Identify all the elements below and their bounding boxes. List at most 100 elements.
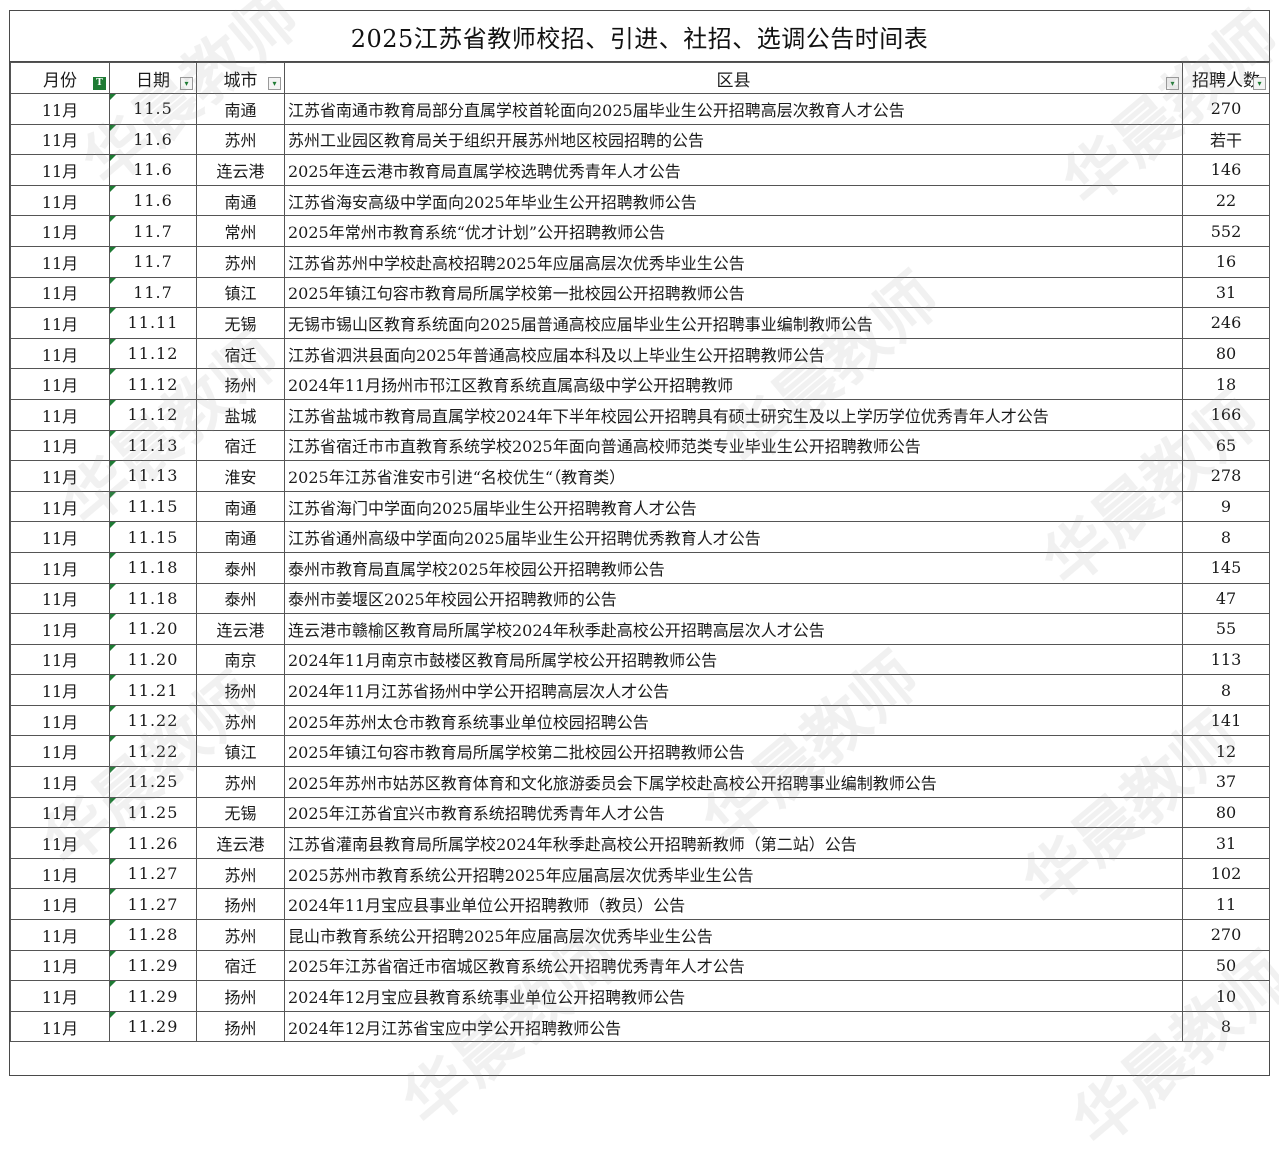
cell-city[interactable]: 连云港 [196, 613, 285, 645]
cell-description[interactable]: 无锡市锡山区教育系统面向2025届普通高校应届毕业生公开招聘事业编制教师公告 [284, 307, 1183, 339]
cell-date[interactable]: 11.12 [109, 337, 197, 370]
cell-city[interactable]: 连云港 [196, 827, 285, 859]
table-row[interactable]: 11月 11.18 泰州 泰州市教育局直属学校2025年校园公开招聘教师公告 145 [10, 551, 1270, 584]
cell-month[interactable]: 11月 [10, 980, 110, 1012]
cell-count[interactable]: 65 [1182, 429, 1270, 462]
cell-city[interactable]: 常州 [196, 215, 285, 247]
cell-count[interactable]: 8 [1182, 674, 1270, 706]
cell-description[interactable]: 2025年江苏省宜兴市教育系统招聘优秀青年人才公告 [284, 796, 1183, 829]
table-row[interactable]: 11月 11.27 苏州 2025苏州市教育系统公开招聘2025年应届高层次优秀毕业生… [10, 857, 1270, 890]
cell-date[interactable]: 11.27 [109, 888, 197, 921]
table-row[interactable]: 11月 11.29 扬州 2024年12月宝应县教育系统事业单位公开招聘教师公告 10 [10, 980, 1270, 1012]
cell-city[interactable]: 宿迁 [196, 337, 285, 370]
cell-date[interactable]: 11.18 [109, 582, 197, 615]
table-row[interactable]: 11月 11.20 连云港 连云港市赣榆区教育局所属学校2024年秋季赴高校公开招聘高… [10, 613, 1270, 645]
cell-month[interactable]: 11月 [10, 857, 110, 890]
cell-count[interactable]: 80 [1182, 337, 1270, 370]
cell-date[interactable]: 11.21 [109, 674, 197, 706]
cell-city[interactable]: 苏州 [196, 766, 285, 798]
cell-month[interactable]: 11月 [10, 827, 110, 859]
table-row[interactable]: 11月 11.22 镇江 2025年镇江句容市教育局所属学校第二批校园公开招聘教师公告… [10, 735, 1270, 768]
cell-description[interactable]: 泰州市教育局直属学校2025年校园公开招聘教师公告 [284, 551, 1183, 584]
cell-city[interactable]: 苏州 [196, 123, 285, 156]
cell-month[interactable]: 11月 [10, 582, 110, 615]
cell-date[interactable]: 11.7 [109, 276, 197, 309]
cell-count[interactable]: 16 [1182, 245, 1270, 278]
cell-date[interactable]: 11.11 [109, 307, 197, 339]
table-row[interactable]: 11月 11.13 宿迁 江苏省宿迁市市直教育系统学校2025年面向普通高校师范类专业… [10, 429, 1270, 462]
table-row[interactable]: 11月 11.12 盐城 江苏省盐城市教育局直属学校2024年下半年校园公开招聘具有硕… [10, 398, 1270, 431]
cell-description[interactable]: 昆山市教育系统公开招聘2025年应届高层次优秀毕业生公告 [284, 919, 1183, 951]
cell-month[interactable]: 11月 [10, 551, 110, 584]
cell-month[interactable]: 11月 [10, 643, 110, 676]
cell-count[interactable]: 22 [1182, 184, 1270, 217]
cell-city[interactable]: 南通 [196, 184, 285, 217]
cell-description[interactable]: 2025苏州市教育系统公开招聘2025年应届高层次优秀毕业生公告 [284, 857, 1183, 890]
cell-city[interactable]: 扬州 [196, 1010, 285, 1043]
cell-description[interactable]: 2025年常州市教育系统“优才计划”公开招聘教师公告 [284, 215, 1183, 247]
table-row[interactable]: 11月 11.18 泰州 泰州市姜堰区2025年校园公开招聘教师的公告 47 [10, 582, 1270, 615]
table-row[interactable]: 11月 11.7 苏州 江苏省苏州中学校赴高校招聘2025年应届高层次优秀毕业生公告 1… [10, 245, 1270, 278]
cell-date[interactable]: 11.18 [109, 551, 197, 584]
cell-date[interactable]: 11.22 [109, 735, 197, 768]
cell-date[interactable]: 11.26 [109, 827, 197, 859]
cell-city[interactable]: 南京 [196, 643, 285, 676]
cell-date[interactable]: 11.27 [109, 857, 197, 890]
cell-city[interactable]: 苏州 [196, 704, 285, 737]
cell-description[interactable]: 江苏省盐城市教育局直属学校2024年下半年校园公开招聘具有硕士研究生及以上学历学… [284, 398, 1183, 431]
cell-city[interactable]: 扬州 [196, 980, 285, 1012]
cell-month[interactable]: 11月 [10, 949, 110, 982]
table-row[interactable]: 11月 11.6 南通 江苏省海安高级中学面向2025年毕业生公开招聘教师公告 22 [10, 184, 1270, 217]
cell-month[interactable]: 11月 [10, 1010, 110, 1043]
cell-month[interactable]: 11月 [10, 337, 110, 370]
table-row[interactable]: 11月 11.5 南通 江苏省南通市教育局部分直属学校首轮面向2025届毕业生公开招聘… [10, 93, 1270, 125]
cell-city[interactable]: 盐城 [196, 398, 285, 431]
cell-city[interactable]: 宿迁 [196, 949, 285, 982]
cell-count[interactable]: 18 [1182, 368, 1270, 400]
cell-city[interactable]: 南通 [196, 521, 285, 553]
cell-count[interactable]: 270 [1182, 93, 1270, 125]
cell-city[interactable]: 无锡 [196, 307, 285, 339]
cell-month[interactable]: 11月 [10, 368, 110, 400]
table-row[interactable]: 11月 11.29 扬州 2024年12月江苏省宝应中学公开招聘教师公告 8 [10, 1010, 1270, 1043]
table-row[interactable]: 11月 11.11 无锡 无锡市锡山区教育系统面向2025届普通高校应届毕业生公开招聘… [10, 307, 1270, 339]
cell-month[interactable]: 11月 [10, 796, 110, 829]
table-row[interactable]: 11月 11.7 常州 2025年常州市教育系统“优才计划”公开招聘教师公告 552 [10, 215, 1270, 247]
cell-date[interactable]: 11.7 [109, 245, 197, 278]
cell-count[interactable]: 166 [1182, 398, 1270, 431]
cell-count[interactable]: 31 [1182, 827, 1270, 859]
cell-count[interactable]: 246 [1182, 307, 1270, 339]
cell-count[interactable]: 若干 [1182, 123, 1270, 156]
cell-date[interactable]: 11.20 [109, 613, 197, 645]
filter-dropdown-icon[interactable]: ▾ [1166, 77, 1179, 90]
table-row[interactable]: 11月 11.7 镇江 2025年镇江句容市教育局所属学校第一批校园公开招聘教师公告 3… [10, 276, 1270, 309]
filter-dropdown-icon[interactable]: ▾ [268, 77, 281, 90]
cell-date[interactable]: 11.22 [109, 704, 197, 737]
cell-description[interactable]: 2025年镇江句容市教育局所属学校第二批校园公开招聘教师公告 [284, 735, 1183, 768]
cell-count[interactable]: 113 [1182, 643, 1270, 676]
cell-description[interactable]: 2025年连云港市教育局直属学校选聘优秀青年人才公告 [284, 154, 1183, 186]
cell-count[interactable]: 270 [1182, 919, 1270, 951]
cell-date[interactable]: 11.29 [109, 949, 197, 982]
cell-date[interactable]: 11.25 [109, 796, 197, 829]
cell-city[interactable]: 泰州 [196, 582, 285, 615]
cell-count[interactable]: 10 [1182, 980, 1270, 1012]
cell-description[interactable]: 2025年苏州市姑苏区教育体育和文化旅游委员会下属学校赴高校公开招聘事业编制教师… [284, 766, 1183, 798]
filter-dropdown-icon[interactable]: ▾ [180, 77, 193, 90]
cell-count[interactable]: 278 [1182, 460, 1270, 492]
cell-month[interactable]: 11月 [10, 276, 110, 309]
cell-date[interactable]: 11.29 [109, 1010, 197, 1043]
table-row[interactable]: 11月 11.6 苏州 苏州工业园区教育局关于组织开展苏州地区校园招聘的公告 若干 [10, 123, 1270, 156]
table-row[interactable]: 11月 11.6 连云港 2025年连云港市教育局直属学校选聘优秀青年人才公告 146 [10, 154, 1270, 186]
cell-count[interactable]: 141 [1182, 704, 1270, 737]
table-row[interactable]: 11月 11.22 苏州 2025年苏州太仓市教育系统事业单位校园招聘公告 141 [10, 704, 1270, 737]
cell-city[interactable]: 连云港 [196, 154, 285, 186]
cell-description[interactable]: 2025年苏州太仓市教育系统事业单位校园招聘公告 [284, 704, 1183, 737]
cell-count[interactable]: 8 [1182, 1010, 1270, 1043]
cell-date[interactable]: 11.13 [109, 460, 197, 492]
cell-description[interactable]: 2024年11月江苏省扬州中学公开招聘高层次人才公告 [284, 674, 1183, 706]
cell-city[interactable]: 镇江 [196, 735, 285, 768]
cell-month[interactable]: 11月 [10, 888, 110, 921]
cell-count[interactable]: 8 [1182, 521, 1270, 553]
cell-date[interactable]: 11.6 [109, 123, 197, 156]
